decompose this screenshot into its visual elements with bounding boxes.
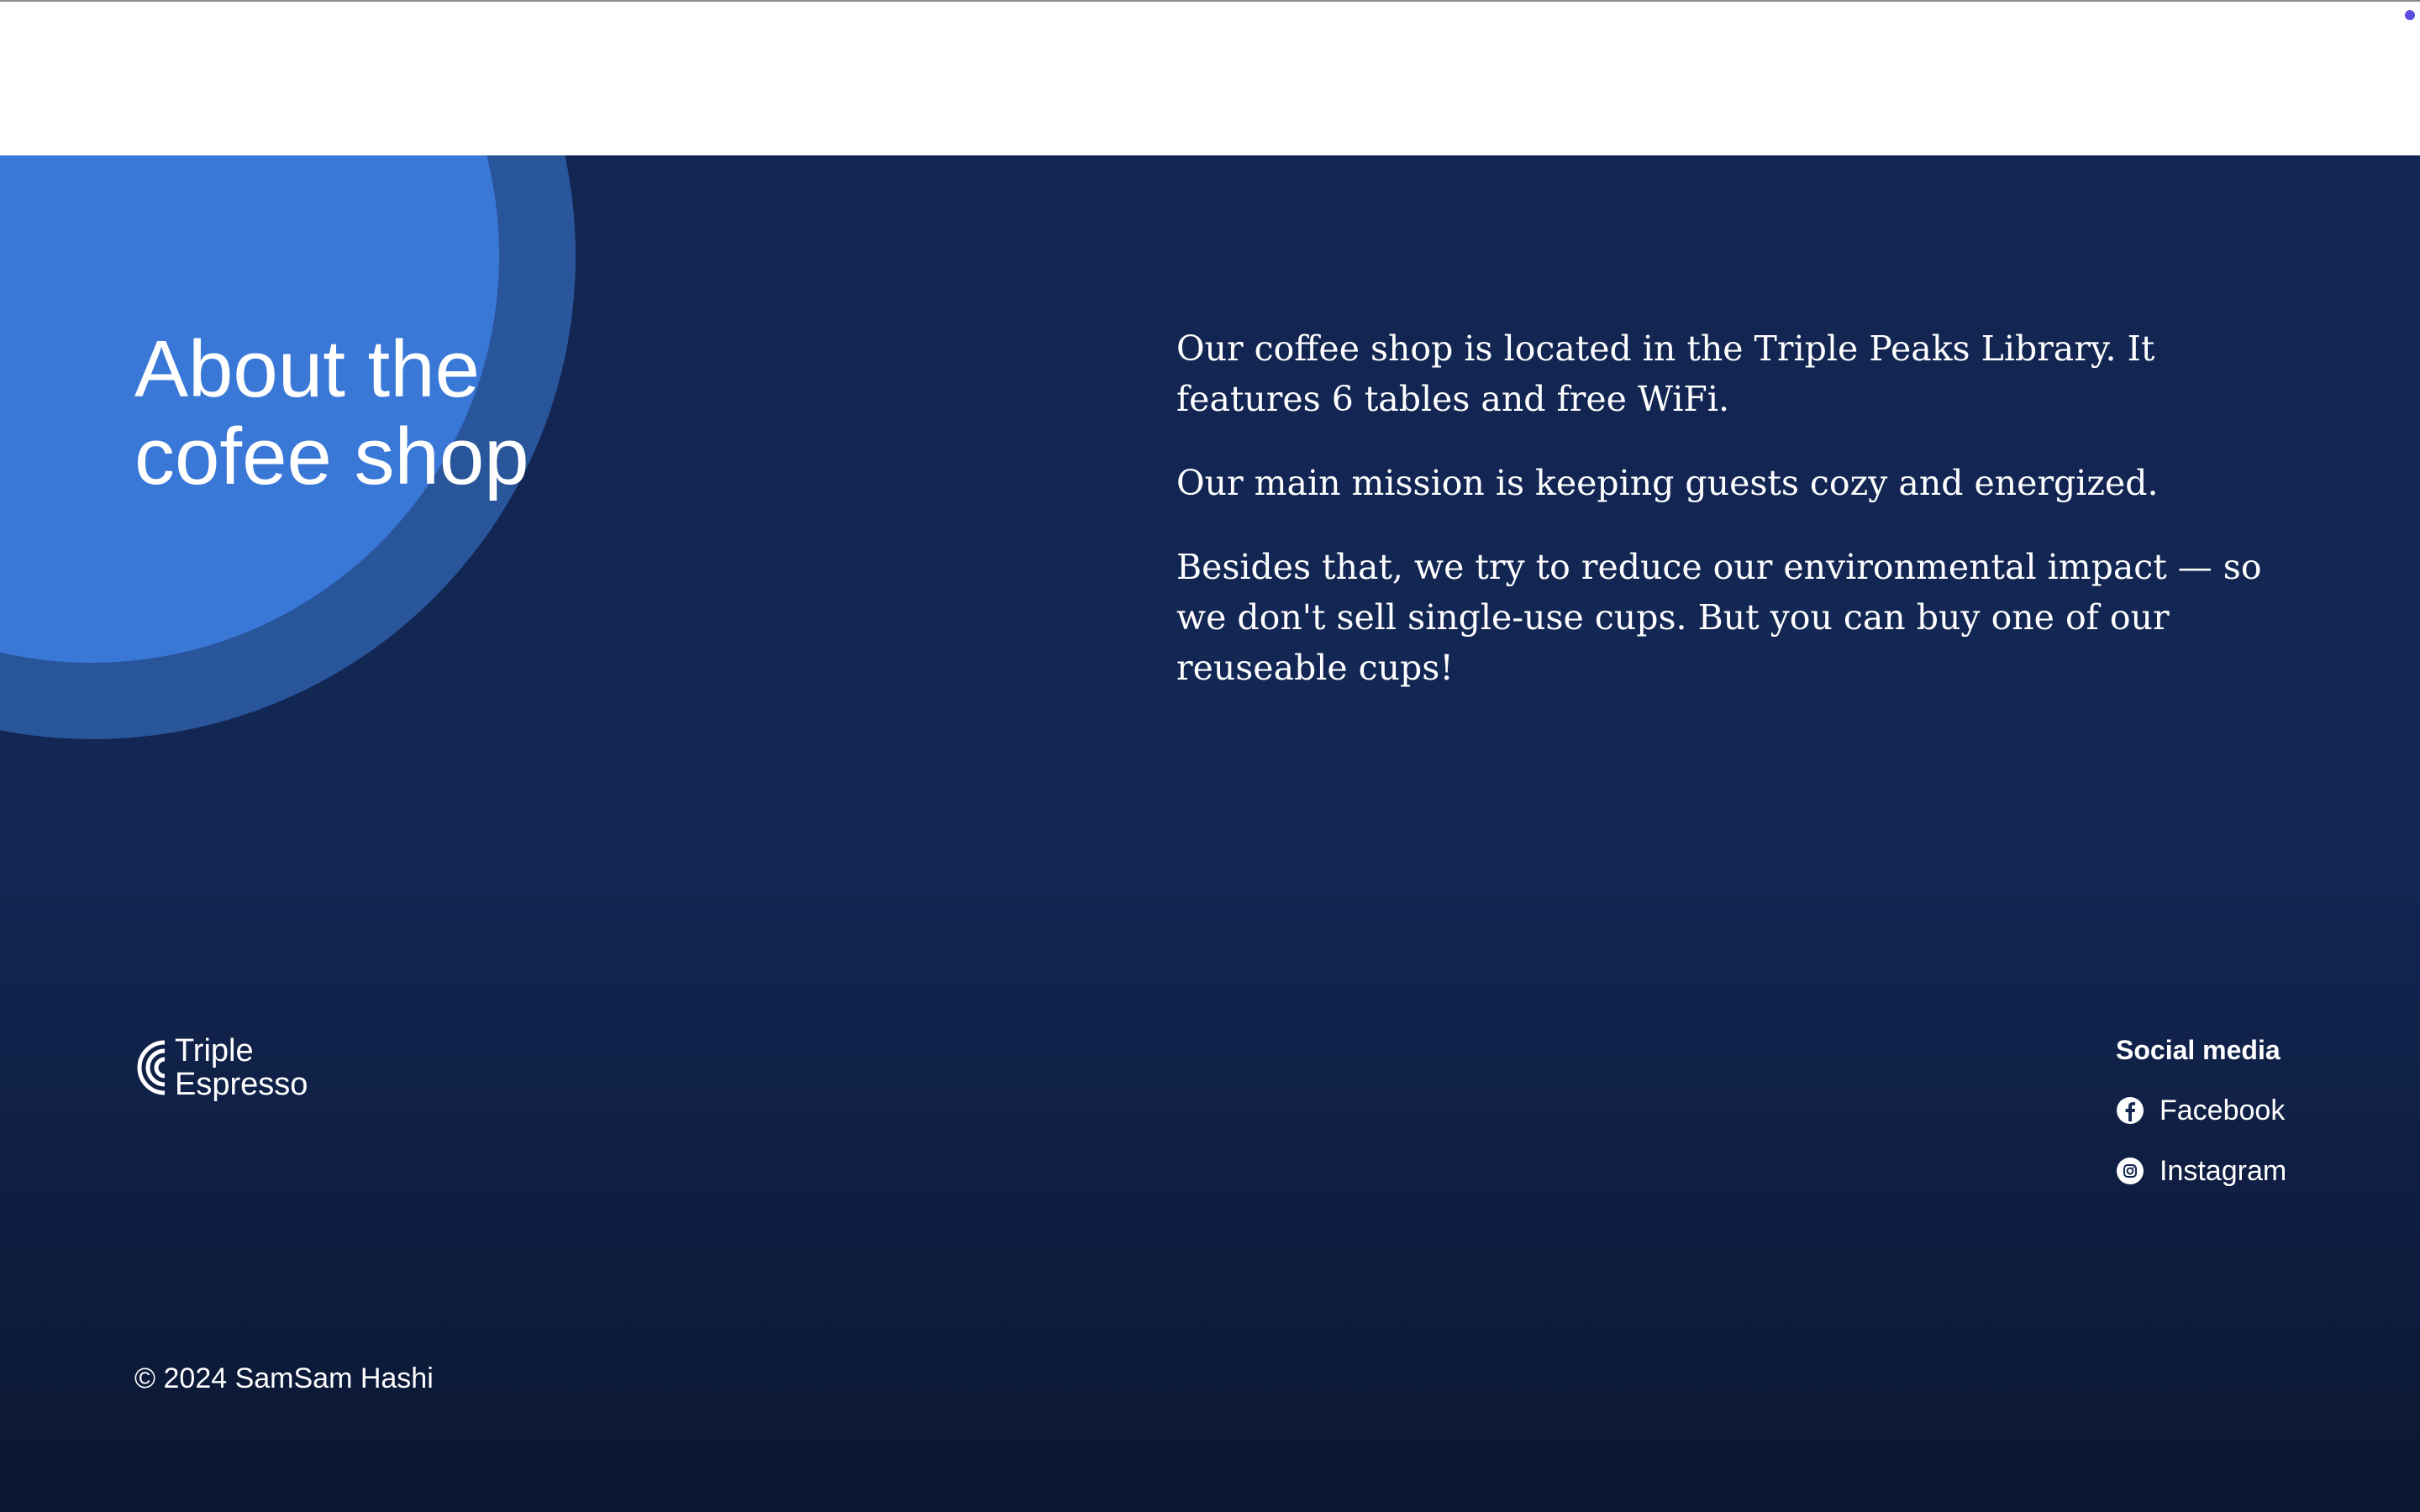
footer-logo[interactable]: Triple Espresso (134, 1034, 308, 1101)
logo-line2: Espresso (175, 1067, 308, 1102)
copyright-text: © 2024 SamSam Hashi (134, 1362, 434, 1394)
about-description: Our coffee shop is located in the Triple… (1176, 323, 2302, 727)
logo-line1: Triple (175, 1033, 254, 1068)
about-title-line2: cofee shop (134, 412, 529, 501)
triple-espresso-logo-icon (137, 1040, 166, 1095)
about-paragraph-environment: Besides that, we try to reduce our envir… (1176, 547, 2262, 688)
about-title-line1: About the (134, 324, 480, 414)
about-title: About the cofee shop (134, 326, 723, 501)
instagram-icon (2117, 1158, 2144, 1184)
social-link-facebook[interactable]: Facebook (2116, 1094, 2286, 1127)
about-section: About the cofee shop Our coffee shop is … (0, 155, 2420, 1512)
about-paragraph-location: Our coffee shop is located in the Triple… (1176, 328, 2155, 419)
social-media-nav: Social media Facebook Instagram (2116, 1033, 2286, 1215)
status-indicator-dot (2405, 10, 2415, 20)
instagram-label: Instagram (2160, 1154, 2287, 1187)
social-media-title: Social media (2116, 1035, 2281, 1065)
facebook-label: Facebook (2160, 1094, 2286, 1126)
facebook-icon (2117, 1097, 2144, 1124)
top-header-bar (0, 2, 2420, 155)
social-link-instagram[interactable]: Instagram (2116, 1154, 2286, 1188)
about-paragraph-mission: Our main mission is keeping guests cozy … (1176, 463, 2159, 503)
logo-wordmark: Triple Espresso (175, 1034, 308, 1101)
